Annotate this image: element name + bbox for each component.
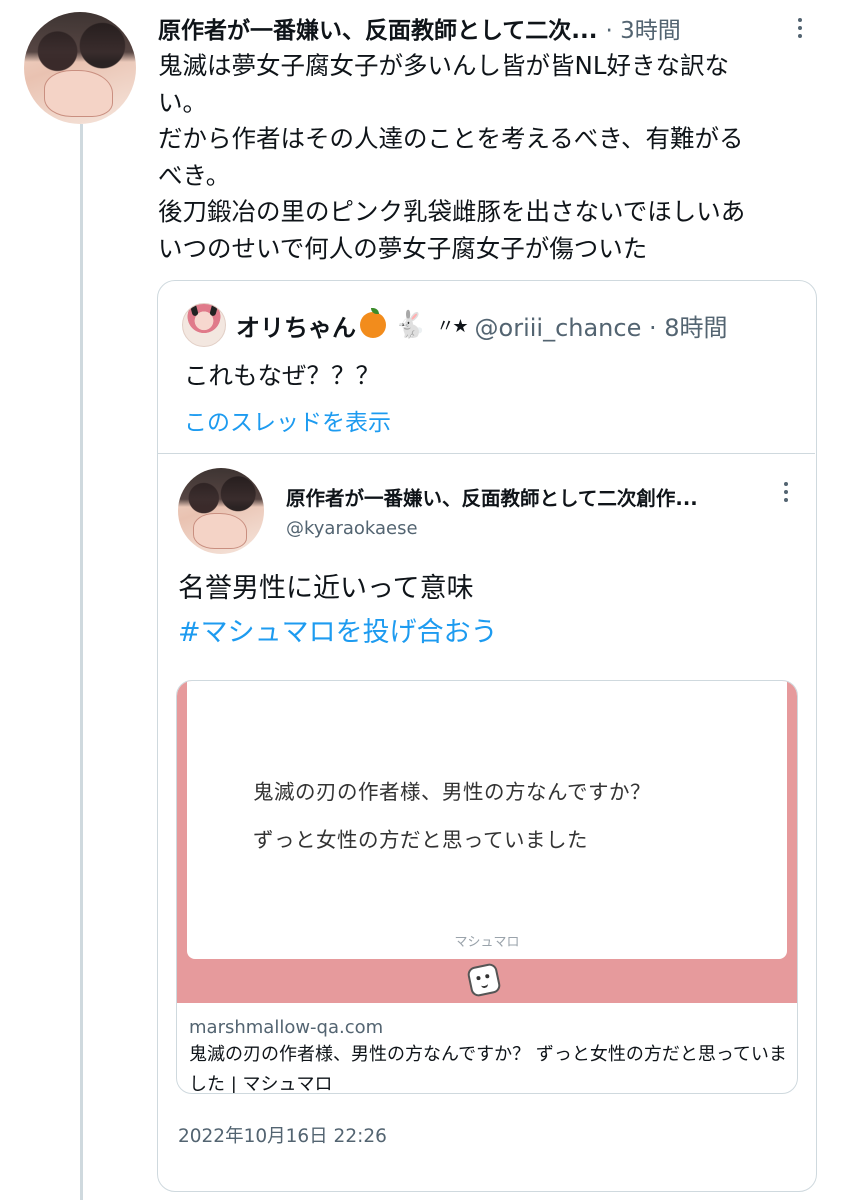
more-icon[interactable]: [790, 14, 810, 42]
link-domain: marshmallow-qa.com: [189, 1017, 384, 1038]
thread-connector-line: [80, 124, 83, 1200]
author-name[interactable]: 原作者が一番嫌い、反面教師として二次...: [158, 11, 598, 45]
embedded-tweet-text: 名誉男性に近いって意味: [178, 573, 474, 604]
embedded-author-name[interactable]: 原作者が一番嫌い、反面教師として二次創作...: [286, 482, 698, 511]
question-line-1: 鬼滅の刃の作者様、男性の方なんですか？: [253, 780, 651, 804]
embedded-tweet[interactable]: 原作者が一番嫌い、反面教師として二次創作... @kyaraokaese 名誉男…: [158, 453, 815, 1190]
quoted-handle-time[interactable]: @oriii_chance · 8時間: [475, 308, 728, 343]
hashtag-link[interactable]: #マシュマロを投げ合おう: [178, 610, 498, 649]
embedded-timestamp[interactable]: 2022年10月16日 22:26: [178, 1122, 387, 1148]
question-line-2: ずっと女性の方だと思っていました: [253, 828, 588, 852]
embedded-more-icon[interactable]: [776, 478, 796, 506]
marshmallow-icon: [466, 962, 502, 998]
tweet-header: 原作者が一番嫌い、反面教師として二次... · 3時間: [158, 12, 818, 44]
embedded-author-avatar[interactable]: [178, 468, 264, 554]
show-thread-link[interactable]: このスレッドを表示: [184, 403, 391, 437]
card-image: 鬼滅の刃の作者様、男性の方なんですか？ ずっと女性の方だと思っていました マシュ…: [177, 681, 797, 1003]
marshmallow-link-card[interactable]: 鬼滅の刃の作者様、男性の方なんですか？ ずっと女性の方だと思っていました マシュ…: [176, 680, 798, 1094]
author-avatar[interactable]: [24, 12, 136, 124]
tweet-time[interactable]: · 3時間: [606, 11, 681, 45]
link-meta: marshmallow-qa.com 鬼滅の刃の作者様、男性の方なんですか？ ず…: [189, 1017, 789, 1094]
question-paper: 鬼滅の刃の作者様、男性の方なんですか？ ずっと女性の方だと思っていました マシュ…: [187, 681, 787, 959]
sparkle-emoji: 〃★: [436, 316, 468, 337]
quoted-tweet-text: これもなぜ？？？: [184, 361, 380, 390]
quoted-tweet-card[interactable]: オリちゃん 🐇 〃★ @oriii_chance · 8時間 これもなぜ？？？ …: [157, 280, 817, 1192]
quoted-tweet-header: オリちゃん 🐇 〃★ @oriii_chance · 8時間: [182, 303, 728, 347]
embedded-handle[interactable]: @kyaraokaese: [286, 518, 418, 539]
link-title: 鬼滅の刃の作者様、男性の方なんですか？ ずっと女性の方だと思っていました | マ…: [189, 1044, 787, 1094]
orange-emoji-icon: [360, 308, 386, 338]
quoted-author-avatar[interactable]: [182, 303, 226, 347]
rabbit-emoji-icon: 🐇: [394, 310, 427, 340]
tweet-text: 鬼滅は夢女子腐女子が多いんし皆が皆NL好きな訳な い。 だから作者はその人達のこ…: [158, 51, 746, 263]
quoted-author-name[interactable]: オリちゃん: [236, 308, 356, 343]
marshmallow-brand: マシュマロ: [454, 935, 520, 950]
